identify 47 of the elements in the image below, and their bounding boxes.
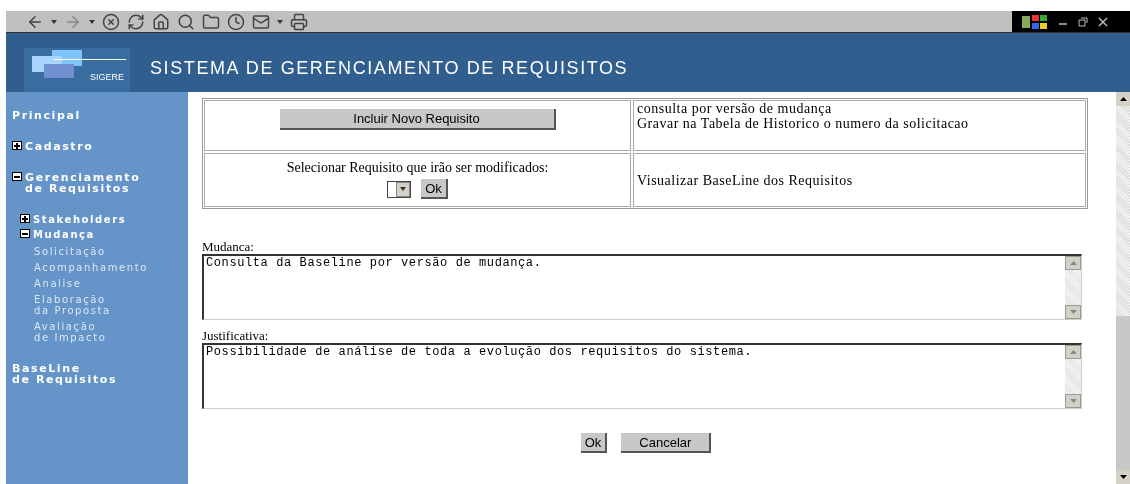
down-arrow-icon[interactable] bbox=[1119, 475, 1127, 479]
mail-icon[interactable] bbox=[252, 12, 270, 31]
caret-icon bbox=[89, 19, 95, 24]
sidebar-item[interactable]: Analise bbox=[34, 278, 82, 289]
folder-icon[interactable] bbox=[202, 12, 220, 31]
field-label: Mudanca: bbox=[202, 239, 255, 254]
windows-flag-icon bbox=[1022, 13, 1048, 30]
expand-icon[interactable] bbox=[20, 214, 30, 223]
sidebar-item[interactable]: Avaliação de Impacto bbox=[34, 321, 107, 343]
refresh-icon[interactable] bbox=[127, 12, 145, 31]
logo-text: SIGERE bbox=[90, 70, 124, 84]
include-button[interactable]: Incluir Novo Requisito bbox=[279, 109, 556, 130]
sidebar-item[interactable]: BaseLine de Requisitos bbox=[12, 363, 118, 385]
select-ok-button[interactable]: Ok bbox=[421, 179, 448, 199]
stop-icon[interactable] bbox=[102, 12, 120, 31]
sidebar-item[interactable]: Acompanhamento bbox=[34, 262, 148, 273]
field-label: Justificativa: bbox=[202, 328, 270, 343]
close-icon[interactable] bbox=[1098, 16, 1108, 27]
page-scrollbar[interactable] bbox=[1116, 92, 1130, 484]
up-arrow-icon[interactable] bbox=[1119, 97, 1127, 101]
caret-icon bbox=[400, 187, 407, 191]
print-icon[interactable] bbox=[290, 12, 308, 31]
collapse-icon[interactable] bbox=[20, 229, 30, 238]
sidebar-item[interactable]: Gerenciamento de Requisitos bbox=[25, 172, 141, 194]
page-title: SISTEMA DE GERENCIAMENTO DE REQUISITOS bbox=[150, 57, 629, 80]
clock-icon[interactable] bbox=[227, 12, 245, 31]
sidebar-item[interactable]: Mudança bbox=[33, 229, 95, 240]
sidebar-item[interactable]: Stakeholders bbox=[33, 214, 127, 225]
collapse-icon[interactable] bbox=[12, 172, 22, 181]
text-area-field[interactable]: Possibilidade de análise de toda a evolução dos requisitos do sistema. bbox=[202, 343, 1082, 409]
search-icon[interactable] bbox=[177, 12, 195, 31]
note-text: consulta por versão de mudança Gravar na Tabela de Historico o numero da solicitacao bbox=[633, 100, 1086, 151]
sidebar-item[interactable]: Solicitação bbox=[34, 246, 106, 257]
sidebar-item[interactable]: Elaboração da Proposta bbox=[34, 294, 111, 316]
ok-button[interactable]: Ok bbox=[580, 433, 608, 453]
caret-icon bbox=[277, 19, 283, 24]
caret-icon bbox=[51, 19, 57, 24]
baseline-link[interactable]: Visualizar BaseLine dos Requisitos bbox=[637, 169, 853, 191]
restore-icon[interactable] bbox=[1078, 16, 1088, 27]
home-icon[interactable] bbox=[152, 12, 170, 31]
select-label: Selecionar Requisito que irão ser modificados: bbox=[286, 159, 549, 177]
cancel-button[interactable]: Cancelar bbox=[621, 433, 712, 453]
sidebar-item[interactable]: Cadastro bbox=[25, 141, 94, 152]
sidebar-item[interactable]: Principal bbox=[12, 110, 81, 121]
requirement-select[interactable] bbox=[387, 180, 412, 198]
expand-icon[interactable] bbox=[12, 141, 22, 150]
text-area-field[interactable]: Consulta da Baseline por versão de mudança. bbox=[202, 254, 1082, 320]
